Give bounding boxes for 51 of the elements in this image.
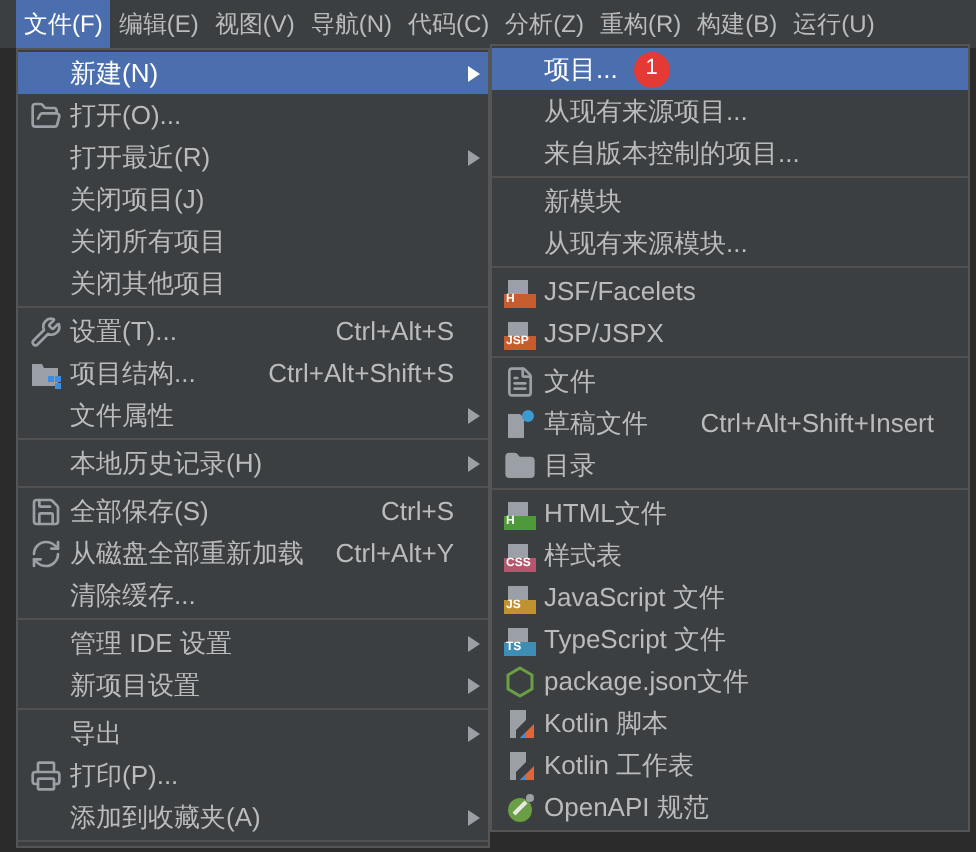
menu-item[interactable]: 文件属性 — [18, 394, 488, 436]
menu-item[interactable]: 从现有来源项目... — [492, 90, 968, 132]
menu-item[interactable]: 打印(P)... — [18, 754, 488, 796]
menu-bar-item[interactable]: 文件(F) — [16, 0, 111, 48]
menu-item[interactable]: 本地历史记录(H) — [18, 442, 488, 484]
menu-item[interactable]: 来自版本控制的项目... — [492, 132, 968, 174]
menu-item[interactable]: 项目... 1 — [492, 48, 968, 90]
menu-item[interactable]: 从磁盘全部重新加载 Ctrl+Alt+Y — [18, 532, 488, 574]
menu-bar-item[interactable]: 重构(R) — [592, 0, 690, 48]
menu-item[interactable]: 管理 IDE 设置 — [18, 622, 488, 664]
menu-item[interactable]: 目录 — [492, 444, 968, 486]
kotlin-file-icon — [504, 707, 536, 739]
hexagon-icon — [504, 665, 536, 697]
folder-icon — [504, 449, 536, 481]
menu-item[interactable]: 新项目设置 — [18, 664, 488, 706]
menu-item[interactable]: 草稿文件 Ctrl+Alt+Shift+Insert — [492, 402, 968, 444]
menu-item[interactable]: 文件 — [492, 360, 968, 402]
menu-bar-item[interactable]: 运行(U) — [785, 0, 883, 48]
step-badge: 1 — [633, 51, 670, 87]
menu-item[interactable]: 关闭项目(J) — [18, 178, 488, 220]
menu-item[interactable]: 新模块 — [492, 180, 968, 222]
menu-item[interactable]: 新建(N) — [18, 52, 488, 94]
menu-item[interactable]: 清除缓存... — [18, 574, 488, 616]
menu-bar-item[interactable]: 视图(V) — [206, 0, 303, 48]
file-icon — [504, 365, 536, 397]
menu-bar-item[interactable]: 分析(Z) — [497, 0, 592, 48]
menu-item[interactable]: 关闭所有项目 — [18, 220, 488, 262]
kotlin-file-icon — [504, 749, 536, 781]
wrench-icon — [30, 315, 62, 347]
menu-bar-item[interactable]: 导航(N) — [302, 0, 400, 48]
menu-bar-item[interactable]: 编辑(E) — [110, 0, 207, 48]
menu-bar-item[interactable]: 构建(B) — [689, 0, 786, 48]
file-clock-icon — [504, 407, 536, 439]
menu-item[interactable]: Kotlin 脚本 — [492, 702, 968, 744]
menu-item[interactable]: 打开(O)... — [18, 94, 488, 136]
menu-item[interactable]: 从现有来源模块... — [492, 222, 968, 264]
menu-item[interactable]: 设置(T)... Ctrl+Alt+S — [18, 310, 488, 352]
menu-item[interactable]: 项目结构... Ctrl+Alt+Shift+S — [18, 352, 488, 394]
menu-bar-item[interactable]: 代码(C) — [400, 0, 498, 48]
reload-icon — [30, 537, 62, 569]
folder-icon — [30, 99, 62, 131]
menu-item[interactable]: 全部保存(S) Ctrl+S — [18, 490, 488, 532]
menu-item[interactable]: OpenAPI 规范 — [492, 786, 968, 828]
menu-item[interactable]: package.json文件 — [492, 660, 968, 702]
menu-item[interactable]: 关闭其他项目 — [18, 262, 488, 304]
menu-item[interactable]: 导出 — [18, 712, 488, 754]
save-icon — [30, 495, 62, 527]
printer-icon — [30, 759, 62, 791]
menu-item[interactable]: Kotlin 工作表 — [492, 744, 968, 786]
menu-item[interactable]: 打开最近(R) — [18, 136, 488, 178]
menu-item[interactable]: 添加到收藏夹(A) — [18, 796, 488, 838]
